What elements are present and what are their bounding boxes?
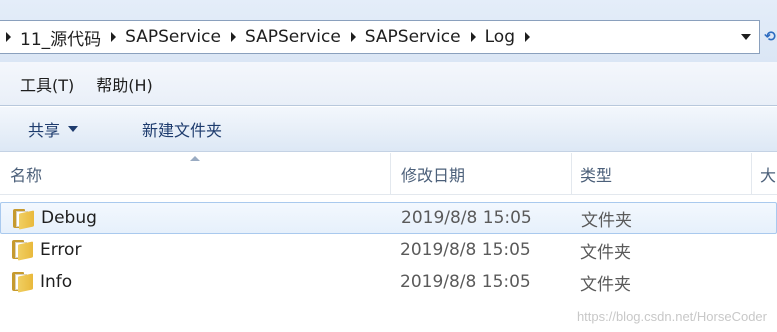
file-date-modified: 2019/8/8 15:05	[401, 208, 532, 228]
column-divider[interactable]	[390, 153, 391, 195]
breadcrumb-item[interactable]: 11_源代码	[2, 21, 107, 53]
chevron-down-icon	[68, 126, 79, 132]
file-name[interactable]: Info	[40, 272, 72, 292]
file-date-modified: 2019/8/8 15:05	[400, 272, 531, 292]
share-button-label: 共享	[28, 121, 61, 140]
chevron-right-icon[interactable]	[111, 32, 117, 42]
watermark: https://blog.csdn.net/HorseCoder	[576, 309, 767, 324]
column-header-name[interactable]: 名称	[10, 153, 42, 195]
column-divider[interactable]	[751, 153, 752, 195]
column-header-type[interactable]: 类型	[580, 153, 612, 195]
menu-item-tools[interactable]: 工具(T)	[10, 72, 86, 96]
breadcrumb-label[interactable]: 11_源代码	[20, 25, 101, 50]
column-header-date-modified[interactable]: 修改日期	[401, 153, 465, 195]
chevron-down-icon	[741, 34, 751, 40]
command-bar: 共享 新建文件夹	[0, 107, 777, 152]
column-header-label: 类型	[580, 166, 613, 185]
new-folder-button[interactable]: 新建文件夹	[132, 117, 232, 141]
folder-icon	[13, 209, 34, 230]
file-row-debug[interactable]: Debug 2019/8/8 15:05 文件夹	[0, 202, 777, 234]
refresh-icon[interactable]: ⟲	[763, 20, 777, 54]
file-date-modified: 2019/8/8 15:05	[400, 240, 531, 260]
chevron-right-icon[interactable]	[350, 32, 356, 42]
file-list: Debug 2019/8/8 15:05 文件夹 Error 2019/8/8 …	[0, 202, 777, 298]
breadcrumb-label[interactable]: SAPService	[245, 27, 341, 47]
chevron-right-icon[interactable]	[470, 32, 476, 42]
file-row-error[interactable]: Error 2019/8/8 15:05 文件夹	[0, 234, 777, 266]
column-divider[interactable]	[571, 153, 572, 195]
folder-icon	[12, 240, 33, 261]
share-button[interactable]: 共享	[18, 117, 88, 141]
column-header-size[interactable]: 大	[760, 153, 776, 195]
breadcrumb-label[interactable]: SAPService	[365, 27, 461, 47]
file-type: 文件夹	[581, 210, 632, 231]
chevron-right-icon[interactable]	[230, 32, 236, 42]
breadcrumb-item[interactable]: SAPService	[107, 21, 227, 53]
file-row-info[interactable]: Info 2019/8/8 15:05 文件夹	[0, 266, 777, 298]
breadcrumb-item[interactable]: SAPService	[227, 21, 347, 53]
chevron-right-icon[interactable]	[525, 32, 530, 42]
file-type: 文件夹	[580, 274, 631, 295]
column-headers: 名称 修改日期 类型 大	[0, 153, 777, 195]
breadcrumb-label[interactable]: SAPService	[125, 27, 221, 47]
folder-icon	[12, 272, 33, 293]
menu-bar: 工具(T) 帮助(H)	[0, 62, 777, 106]
breadcrumb-item[interactable]: SAPService	[347, 21, 467, 53]
file-name[interactable]: Debug	[41, 208, 97, 228]
menu-item-help[interactable]: 帮助(H)	[86, 72, 165, 96]
sort-ascending-icon	[190, 156, 200, 161]
column-header-label: 修改日期	[401, 166, 466, 185]
breadcrumb: 11_源代码 SAPService SAPService SAPService …	[0, 21, 733, 53]
file-type: 文件夹	[580, 242, 631, 263]
breadcrumb-label[interactable]: Log	[485, 27, 515, 47]
breadcrumb-item[interactable]	[521, 21, 539, 53]
address-bar[interactable]: 11_源代码 SAPService SAPService SAPService …	[0, 20, 760, 54]
chevron-right-icon[interactable]	[6, 32, 11, 42]
address-history-dropdown[interactable]	[733, 21, 759, 53]
file-name[interactable]: Error	[40, 240, 81, 260]
column-header-label: 名称	[10, 166, 43, 185]
breadcrumb-item[interactable]: Log	[467, 21, 521, 53]
new-folder-button-label: 新建文件夹	[142, 121, 223, 140]
column-header-label: 大	[760, 166, 777, 185]
